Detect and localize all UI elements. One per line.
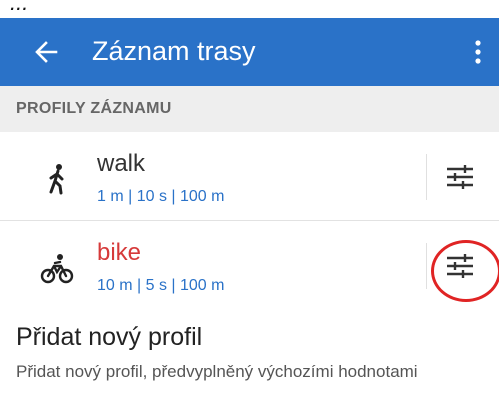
profile-values: 1 m | 10 s | 100 m [97, 188, 225, 205]
profile-row-bike[interactable]: bike 10 m | 5 s | 100 m [0, 221, 499, 309]
add-profile-title: Přidat nový profil [16, 323, 203, 351]
row-divider [426, 154, 427, 200]
profile-row-walk[interactable]: walk 1 m | 10 s | 100 m [0, 132, 499, 221]
profile-name: walk [97, 150, 146, 177]
profile-name: bike [97, 239, 142, 266]
sliders-settings-icon[interactable] [445, 164, 475, 190]
bicycle-icon [40, 254, 74, 284]
row-divider [426, 243, 427, 289]
section-title: PROFILY ZÁZNAMU [16, 100, 172, 117]
walking-person-icon [49, 164, 64, 195]
profile-values: 10 m | 5 s | 100 m [97, 277, 225, 294]
highlight-circle [431, 240, 499, 302]
arrow-left-icon[interactable] [32, 38, 60, 66]
cropped-caption: ... [0, 0, 499, 18]
app-bar: Záznam trasy [0, 18, 499, 86]
app-bar-title: Záznam trasy [92, 36, 256, 66]
section-header: PROFILY ZÁZNAMU [0, 86, 499, 132]
add-profile-description: Přidat nový profil, předvyplněný výchozí… [16, 362, 418, 381]
vertical-dots-icon[interactable] [466, 38, 490, 66]
caption-text: ... [10, 0, 29, 15]
add-profile-item[interactable]: Přidat nový profil Přidat nový profil, p… [0, 309, 499, 394]
